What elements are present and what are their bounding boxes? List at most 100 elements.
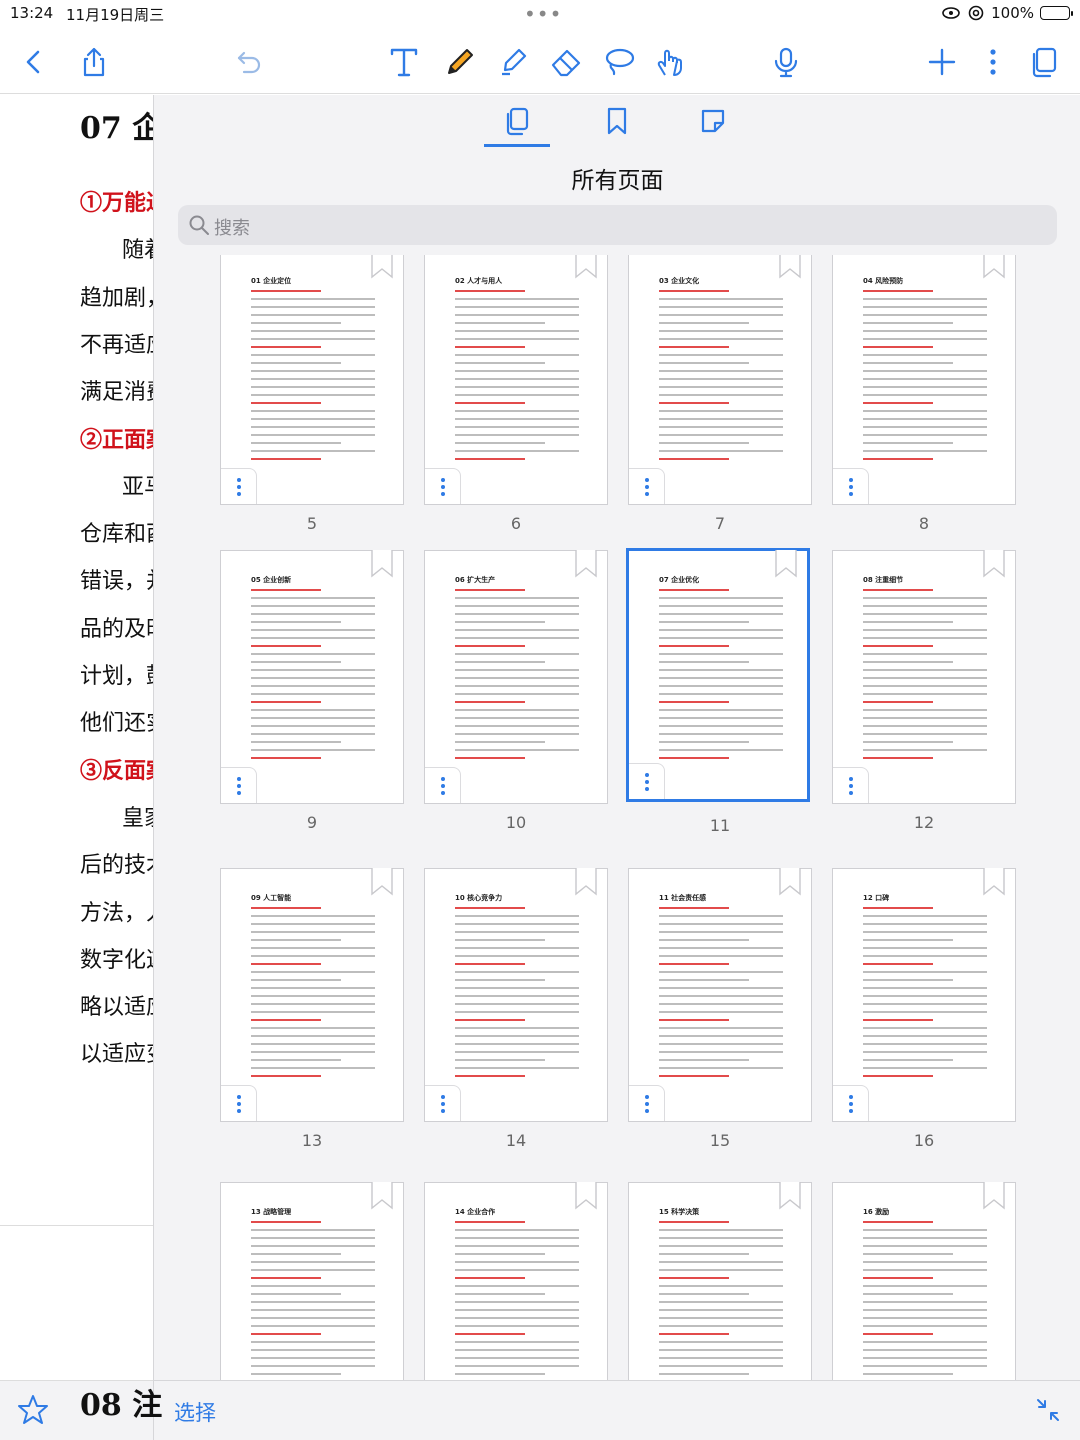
thumbnail-text-line: [863, 354, 987, 356]
next-heading: 08 注: [80, 1388, 163, 1423]
thumbnail-text-line: [455, 717, 579, 719]
thumbnail-text-line: [251, 1285, 375, 1287]
page-menu-icon[interactable]: [833, 1085, 869, 1121]
eraser-icon[interactable]: [546, 42, 586, 82]
highlighter-icon[interactable]: [493, 42, 533, 82]
thumbnail-text-line: [251, 1245, 375, 1247]
page-thumbnail[interactable]: 01 企业定位: [220, 255, 404, 505]
thumbnail-text-line: [863, 1285, 987, 1287]
back-icon[interactable]: [14, 42, 54, 82]
multitasking-dots-icon[interactable]: •••: [524, 2, 562, 26]
thumbnail-text-line: [251, 346, 321, 348]
page-thumbnail[interactable]: 11 社会责任感: [628, 868, 812, 1122]
share-icon[interactable]: [74, 42, 114, 82]
page-menu-icon[interactable]: [221, 767, 257, 803]
thumbnail-text-line: [251, 645, 321, 647]
page-thumbnail[interactable]: 10 核心竞争力: [424, 868, 608, 1122]
bookmarks-tab[interactable]: [584, 101, 650, 141]
collapse-icon[interactable]: [1035, 1397, 1061, 1423]
microphone-icon[interactable]: [766, 42, 806, 82]
bookmark-ribbon-icon[interactable]: [575, 868, 597, 896]
page-menu-icon[interactable]: [425, 767, 461, 803]
page-thumbnail[interactable]: 07 企业优化: [626, 548, 810, 802]
bookmark-ribbon-icon[interactable]: [983, 550, 1005, 578]
page-menu-icon[interactable]: [629, 468, 665, 504]
section-heading: ③反面案: [80, 757, 155, 784]
page-thumbnail[interactable]: 12 口碑: [832, 868, 1016, 1122]
thumbnail-text-line: [251, 338, 375, 340]
thumbnail-text-line: [455, 979, 545, 981]
page-thumbnail[interactable]: 15 科学决策: [628, 1182, 812, 1380]
thumbnail-text-line: [455, 1325, 579, 1327]
page-menu-icon[interactable]: [833, 767, 869, 803]
page-thumbnail[interactable]: 16 激励: [832, 1182, 1016, 1380]
all-pages-tab[interactable]: [484, 101, 550, 141]
bookmark-ribbon-icon[interactable]: [575, 255, 597, 279]
thumbnail-text-line: [863, 669, 987, 671]
thumbnail-text-line: [863, 955, 987, 957]
page-menu-icon[interactable]: [221, 1085, 257, 1121]
page-thumbnail[interactable]: 02 人才与用人: [424, 255, 608, 505]
page-thumbnail[interactable]: 05 企业创新: [220, 550, 404, 804]
thumbnail-text-line: [863, 1229, 987, 1231]
bookmark-ribbon-icon[interactable]: [575, 1182, 597, 1210]
thumbnail-text-line: [863, 1035, 987, 1037]
thumbnail-text-line: [455, 394, 579, 396]
thumbnail-title: 12 口碑: [863, 894, 890, 902]
thumbnail-text-line: [455, 418, 579, 420]
page-thumbnail[interactable]: 13 战略管理: [220, 1182, 404, 1380]
thumbnail-text-line: [863, 1075, 933, 1077]
page-thumbnail[interactable]: 03 企业文化: [628, 255, 812, 505]
thumbnail-text-line: [863, 1067, 987, 1069]
page-menu-icon[interactable]: [833, 468, 869, 504]
select-button[interactable]: 选择: [174, 1397, 216, 1427]
thumbnail-text-line: [659, 1325, 783, 1327]
bookmark-ribbon-icon[interactable]: [371, 1182, 393, 1210]
thumbnail-text-line: [863, 306, 987, 308]
bookmark-ribbon-icon[interactable]: [575, 550, 597, 578]
bookmark-ribbon-icon[interactable]: [983, 255, 1005, 279]
body-text-line: 略以适应: [80, 995, 155, 1021]
bookmark-ribbon-icon[interactable]: [371, 868, 393, 896]
thumbnail-text-line: [659, 733, 783, 735]
page-menu-icon[interactable]: [425, 1085, 461, 1121]
thumbnail-title: 08 注重细节: [863, 576, 904, 584]
page-menu-icon[interactable]: [425, 468, 461, 504]
thumbnail-text-line: [863, 402, 933, 404]
bookmark-ribbon-icon[interactable]: [779, 868, 801, 896]
thumbnail-text-line: [659, 947, 783, 949]
bookmark-ribbon-icon[interactable]: [983, 1182, 1005, 1210]
bookmark-ribbon-icon[interactable]: [371, 255, 393, 279]
page-thumbnail[interactable]: 06 扩大生产: [424, 550, 608, 804]
thumbnail-text-line: [251, 1341, 375, 1343]
lasso-icon[interactable]: [599, 42, 639, 82]
body-text-line: 以适应变: [80, 1042, 155, 1068]
bookmark-ribbon-icon[interactable]: [371, 550, 393, 578]
page-thumbnail[interactable]: 14 企业合作: [424, 1182, 608, 1380]
add-icon[interactable]: [922, 42, 962, 82]
undo-icon[interactable]: [229, 42, 269, 82]
status-time: 13:24: [10, 4, 54, 22]
pen-icon[interactable]: [440, 42, 480, 82]
thumbnail-text-line: [251, 677, 375, 679]
page-menu-icon[interactable]: [629, 1085, 665, 1121]
pages-icon[interactable]: [1024, 42, 1064, 82]
thumbnail-text-line: [863, 589, 933, 591]
thumbnail-text-line: [251, 1301, 375, 1303]
page-thumbnail[interactable]: 08 注重细节: [832, 550, 1016, 804]
favorite-star-icon[interactable]: [16, 1393, 50, 1427]
bookmark-ribbon-icon[interactable]: [779, 255, 801, 279]
hand-icon[interactable]: [650, 42, 690, 82]
search-input[interactable]: 搜索: [178, 205, 1057, 245]
text-tool-icon[interactable]: [384, 42, 424, 82]
page-menu-icon[interactable]: [221, 468, 257, 504]
bookmark-ribbon-icon[interactable]: [779, 1182, 801, 1210]
notes-tab[interactable]: [680, 101, 746, 141]
battery-percent: 100%: [991, 4, 1034, 22]
more-icon[interactable]: [973, 42, 1013, 82]
bookmark-ribbon-icon[interactable]: [775, 550, 797, 578]
page-thumbnail[interactable]: 04 风险预防: [832, 255, 1016, 505]
page-thumbnail[interactable]: 09 人工智能: [220, 868, 404, 1122]
bookmark-ribbon-icon[interactable]: [983, 868, 1005, 896]
page-menu-icon[interactable]: [629, 763, 665, 799]
